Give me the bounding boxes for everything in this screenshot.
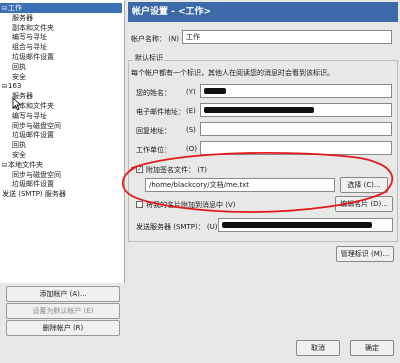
email-label: 电子邮件地址： — [136, 108, 185, 116]
tree-item-label: 163 — [8, 82, 22, 91]
tree-item-label: 本地文件夹 — [8, 160, 43, 169]
tree-item[interactable]: 发送 (SMTP) 服务器 — [0, 189, 122, 199]
attach-signature-checkbox[interactable]: ✓ — [136, 166, 143, 173]
your-name-shortcut: (Y) — [186, 88, 196, 96]
tree-item-label: 编写与寻址 — [12, 33, 47, 42]
attach-vcard-label: 将我的名片附加到消息中 (V) — [146, 201, 236, 209]
tree-item-label: 回执 — [12, 141, 26, 150]
signature-path-input[interactable]: /home/blackcory/文档/me.txt — [145, 178, 335, 192]
organization-label: 工作单位： — [136, 146, 171, 154]
tree-item-label: 垃圾邮件设置 — [12, 131, 54, 140]
ok-button[interactable]: 确定 — [350, 340, 394, 356]
tree-item-label: 回执 — [12, 62, 26, 71]
tree-item-label: 垃圾邮件设置 — [12, 180, 54, 189]
reply-to-label: 回复地址： — [136, 127, 171, 135]
tree-item[interactable]: 垃圾邮件设置 — [0, 130, 132, 140]
tree-item[interactable]: 安全 — [0, 72, 132, 82]
account-name-label: 帐户名称： (N) — [131, 35, 179, 43]
smtp-server-label: 发送服务器 (SMTP)： (U) — [136, 223, 218, 231]
tree-item[interactable]: ⊟163 — [0, 81, 122, 91]
redacted-email — [204, 107, 314, 113]
tree-item[interactable]: 垃圾邮件设置 — [0, 52, 132, 62]
tree-item[interactable]: 同步与磁盘空间 — [0, 170, 132, 180]
tree-item[interactable]: 编写与寻址 — [0, 32, 132, 42]
smtp-server-select[interactable] — [218, 218, 393, 232]
tree-item-label: 同步与磁盘空间 — [12, 170, 61, 179]
account-name-input[interactable]: 工作 — [182, 30, 392, 44]
email-input[interactable] — [200, 103, 392, 117]
tree-item-label: 副本和文件夹 — [12, 23, 54, 32]
your-name-input[interactable] — [200, 84, 392, 98]
attach-vcard-checkbox[interactable] — [136, 201, 143, 208]
tree-item[interactable]: 安全 — [0, 150, 132, 160]
tree-item[interactable]: 编写与寻址 — [0, 111, 132, 121]
tree-item[interactable]: 组合与寻址 — [0, 42, 132, 52]
add-account-button[interactable]: 添加帐户 (A)... — [6, 286, 120, 302]
manage-identities-button[interactable]: 管理标识 (M)... — [336, 246, 394, 262]
tree-item-label: 安全 — [12, 72, 26, 81]
tree-item-label: 同步与磁盘空间 — [12, 121, 61, 130]
tree-item-label: 发送 (SMTP) 服务器 — [2, 190, 66, 199]
tree-item-label: 垃圾邮件设置 — [12, 53, 54, 61]
remove-account-button[interactable]: 删除帐户 (R) — [6, 320, 120, 336]
tree-item[interactable]: 副本和文件夹 — [0, 23, 132, 33]
tree-item[interactable]: 回执 — [0, 140, 132, 150]
tree-item[interactable]: 垃圾邮件设置 — [0, 179, 132, 189]
tree-item-label: 工作 — [8, 4, 22, 12]
email-shortcut: (E) — [186, 107, 196, 115]
tree-item[interactable]: 服务器 — [0, 13, 132, 23]
attach-signature-label: 附加签名文件： (T) — [146, 166, 207, 174]
reply-to-input[interactable] — [200, 122, 392, 136]
account-tree[interactable]: ⊟工作 服务器 副本和文件夹 编写与寻址 组合与寻址 垃圾邮件设置 回执 安全 ⊟163 服务器副… — [0, 0, 125, 283]
tree-item[interactable]: 回执 — [0, 62, 132, 72]
reply-to-shortcut: (S) — [186, 126, 196, 134]
choose-signature-button[interactable]: 选择 (C)... — [340, 177, 388, 193]
tree-item-label: 服务器 — [12, 13, 33, 22]
organization-input[interactable] — [200, 141, 392, 155]
edit-card-button[interactable]: 编辑名片 (D)... — [335, 196, 393, 212]
default-identity-group-label: 默认标识 — [133, 53, 165, 63]
tree-item[interactable]: ⊟工作 — [0, 3, 122, 13]
set-default-account-button[interactable]: 设置为默认帐户 (E) — [6, 303, 120, 319]
your-name-label: 您的姓名： — [136, 89, 171, 97]
tree-item-label: 安全 — [12, 151, 26, 159]
identity-description: 每个帐户都有一个标识，其他人在阅读您的消息时会看到该标识。 — [131, 69, 334, 77]
tree-item[interactable]: 同步与磁盘空间 — [0, 121, 132, 131]
tree-item-label: 组合与寻址 — [12, 43, 47, 52]
tree-item-label: 编写与寻址 — [12, 111, 47, 120]
mouse-cursor-icon — [12, 97, 22, 111]
tree-item[interactable]: ⊟本地文件夹 — [0, 160, 122, 170]
organization-shortcut: (O) — [186, 145, 197, 153]
cancel-button[interactable]: 取消 — [296, 340, 340, 356]
page-title: 帐户设置 - <工作> — [128, 2, 398, 22]
redacted-smtp — [222, 222, 372, 228]
redacted-name — [204, 88, 226, 94]
